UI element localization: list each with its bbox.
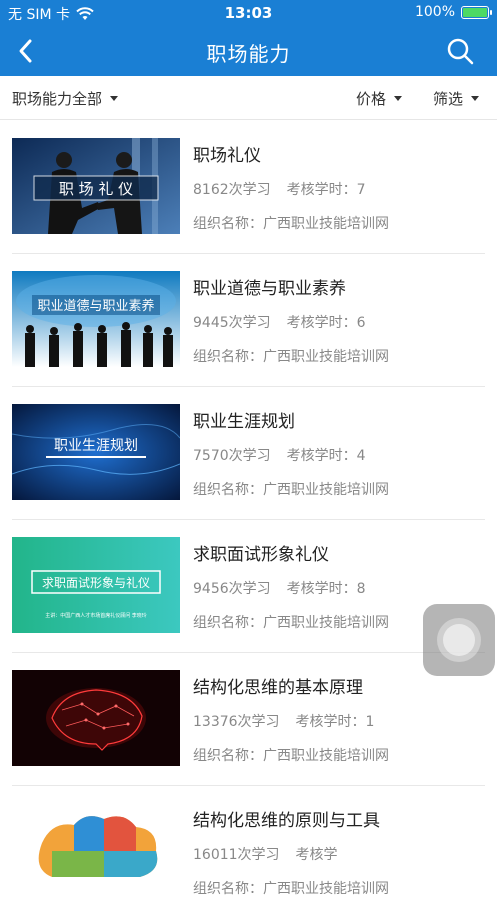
course-title: 结构化思维的基本原理 xyxy=(193,678,363,698)
course-meta: 16011次学习 考核学 xyxy=(193,844,487,864)
course-info: 结构化思维的基本原理 13376次学习 考核学时：1 组织名称：广西职业技能培训… xyxy=(193,673,487,765)
svg-text:求职面试形象与礼仪: 求职面试形象与礼仪 xyxy=(42,575,150,590)
course-meta: 8162次学习 考核学时：7 xyxy=(193,179,487,199)
course-views: 13376次学习 xyxy=(193,714,280,730)
course-title: 职场礼仪 xyxy=(193,146,261,166)
svg-text:主讲：中国广西人才市场首席礼仪顾问 李晓玲: 主讲：中国广西人才市场首席礼仪顾问 李晓玲 xyxy=(45,612,147,619)
course-thumbnail: 职业道德与职业素养 xyxy=(12,271,180,367)
course-meta: 13376次学习 考核学时：1 xyxy=(193,711,487,731)
course-views: 9456次学习 xyxy=(193,581,271,597)
course-thumbnail xyxy=(12,803,180,899)
course-item[interactable]: 职 场 礼 仪 职场礼仪 8162次学习 考核学时：7 组织名称：广西职业技能培… xyxy=(0,121,497,254)
course-info: 职场礼仪 8162次学习 考核学时：7 组织名称：广西职业技能培训网 xyxy=(193,141,487,233)
course-list: 职 场 礼 仪 职场礼仪 8162次学习 考核学时：7 组织名称：广西职业技能培… xyxy=(0,121,497,919)
battery-icon xyxy=(461,5,492,19)
course-org: 组织名称：广西职业技能培训网 xyxy=(193,216,389,232)
course-info: 职业生涯规划 7570次学习 考核学时：4 组织名称：广西职业技能培训网 xyxy=(193,407,487,499)
course-thumbnail: 职业生涯规划 xyxy=(12,404,180,500)
course-hours: 考核学时：6 xyxy=(286,315,366,331)
course-hours: 考核学时：8 xyxy=(286,581,366,597)
course-hours: 考核学时：4 xyxy=(286,448,366,464)
screen-filter[interactable]: 筛选 xyxy=(433,88,480,109)
screen-filter-label: 筛选 xyxy=(433,90,464,108)
course-info: 结构化思维的原则与工具 16011次学习 考核学 组织名称：广西职业技能培训网 xyxy=(193,806,487,898)
course-meta: 9456次学习 考核学时：8 xyxy=(193,578,487,598)
course-hours: 考核学 xyxy=(295,847,338,863)
course-title: 职业道德与职业素养 xyxy=(193,279,346,299)
caret-down-icon xyxy=(471,96,480,101)
price-filter[interactable]: 价格 xyxy=(356,88,403,109)
assistive-touch-core xyxy=(443,624,475,656)
course-views: 9445次学习 xyxy=(193,315,271,331)
category-filter[interactable]: 职场能力全部 xyxy=(12,88,119,109)
course-meta: 9445次学习 考核学时：6 xyxy=(193,312,487,332)
search-icon[interactable] xyxy=(445,36,475,66)
status-right: 100% xyxy=(414,4,492,20)
course-title: 结构化思维的原则与工具 xyxy=(193,811,380,831)
assistive-touch-button[interactable] xyxy=(423,604,495,676)
course-views: 7570次学习 xyxy=(193,448,271,464)
course-item[interactable]: 职业道德与职业素养 职业道德与职业素养 9445次学习 考核学时：6 组织名称：… xyxy=(0,254,497,387)
course-hours: 考核学时：7 xyxy=(286,182,366,198)
battery-percent: 100% xyxy=(414,4,455,20)
course-meta: 7570次学习 考核学时：4 xyxy=(193,445,487,465)
course-item[interactable]: 结构化思维的原则与工具 16011次学习 考核学 组织名称：广西职业技能培训网 xyxy=(0,786,497,919)
course-thumbnail: 职 场 礼 仪 xyxy=(12,138,180,234)
status-bar: 无 SIM 卡 13:03 100% xyxy=(0,0,497,26)
svg-text:职业生涯规划: 职业生涯规划 xyxy=(54,438,138,454)
category-filter-label: 职场能力全部 xyxy=(12,90,103,108)
course-views: 16011次学习 xyxy=(193,847,280,863)
course-title: 求职面试形象礼仪 xyxy=(193,545,329,565)
course-org: 组织名称：广西职业技能培训网 xyxy=(193,881,389,897)
course-item[interactable]: 结构化思维的基本原理 13376次学习 考核学时：1 组织名称：广西职业技能培训… xyxy=(0,653,497,786)
course-views: 8162次学习 xyxy=(193,182,271,198)
nav-bar: 职场能力 xyxy=(0,26,497,76)
course-title: 职业生涯规划 xyxy=(193,412,295,432)
svg-text:职 场 礼 仪: 职 场 礼 仪 xyxy=(59,180,133,198)
caret-down-icon xyxy=(394,96,403,101)
price-filter-label: 价格 xyxy=(356,90,387,108)
course-org: 组织名称：广西职业技能培训网 xyxy=(193,748,389,764)
page-title: 职场能力 xyxy=(206,42,291,66)
course-thumbnail xyxy=(12,670,180,766)
course-org: 组织名称：广西职业技能培训网 xyxy=(193,482,389,498)
course-item[interactable]: 职业生涯规划 职业生涯规划 7570次学习 考核学时：4 组织名称：广西职业技能… xyxy=(0,387,497,520)
course-thumbnail: 求职面试形象与礼仪 主讲：中国广西人才市场首席礼仪顾问 李晓玲 xyxy=(12,537,180,633)
course-org: 组织名称：广西职业技能培训网 xyxy=(193,349,389,365)
filter-bar: 职场能力全部 价格 筛选 xyxy=(0,76,497,120)
svg-text:职业道德与职业素养: 职业道德与职业素养 xyxy=(37,298,154,314)
course-hours: 考核学时：1 xyxy=(295,714,375,730)
course-info: 职业道德与职业素养 9445次学习 考核学时：6 组织名称：广西职业技能培训网 xyxy=(193,274,487,366)
caret-down-icon xyxy=(110,96,119,101)
